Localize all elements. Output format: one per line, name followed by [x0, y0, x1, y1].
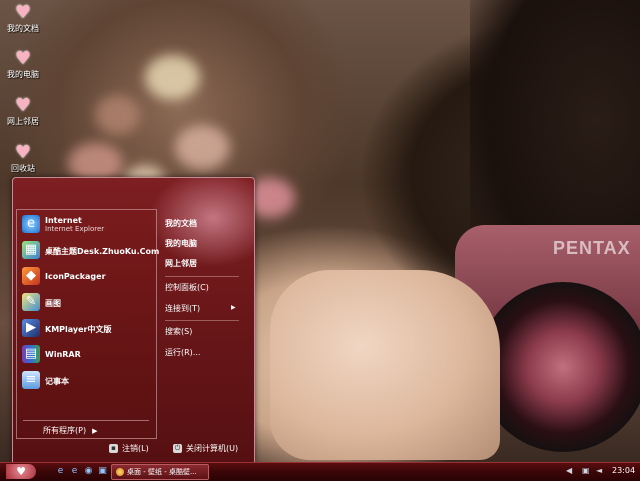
shutdown-label: 关闭计算机(U) — [186, 444, 239, 453]
all-programs-button[interactable]: 所有程序(P) ▶ — [43, 425, 97, 436]
program-label: 记事本 — [45, 377, 69, 386]
theme-icon: ▦ — [22, 241, 40, 259]
show-desktop-icon[interactable]: ▣ — [97, 466, 108, 477]
desktop-icon-label: 回收站 — [11, 164, 35, 173]
program-label: 画图 — [45, 299, 61, 308]
lock-icon: ▪ — [109, 444, 118, 453]
ie-quicklaunch-icon[interactable]: e — [55, 466, 66, 477]
logoff-button[interactable]: ▪ 注销(L) — [109, 443, 149, 454]
heart-icon: ♥ — [16, 465, 26, 478]
heart-icon: ♥ — [14, 142, 32, 163]
start-button[interactable]: ♥ — [6, 464, 36, 479]
desktop-icon-label: 网上邻居 — [7, 117, 39, 126]
menu-item-search[interactable]: 搜索(S) — [165, 326, 192, 337]
ie-icon: e — [22, 215, 40, 233]
browser-icon — [116, 468, 124, 476]
iconpackager-icon: ◆ — [22, 267, 40, 285]
start-menu: e Internet Internet Explorer ▦ 桌酷主题Desk.… — [12, 177, 255, 463]
taskbar-window-button[interactable]: 桌面 - 壁纸 - 桌酷壁... — [111, 464, 209, 480]
menu-item-connect-to[interactable]: 连接到(T) — [165, 303, 200, 314]
desktop-icon-label: 我的文档 — [7, 24, 39, 33]
shutdown-button[interactable]: ⏻ 关闭计算机(U) — [173, 443, 238, 454]
divider — [165, 276, 239, 277]
media-quicklaunch-icon[interactable]: ◉ — [83, 466, 94, 477]
taskbar-window-label: 桌面 - 壁纸 - 桌酷壁... — [127, 468, 197, 476]
paint-icon: ✎ — [22, 293, 40, 311]
winrar-icon: ▤ — [22, 345, 40, 363]
all-programs-label: 所有程序(P) — [43, 426, 87, 435]
notepad-icon: ≡ — [22, 371, 40, 389]
heart-icon: ♥ — [14, 2, 32, 23]
program-zhuoku-theme[interactable]: ▦ 桌酷主题Desk.ZhuoKu.Com — [19, 239, 159, 263]
menu-item-my-documents[interactable]: 我的文档 — [165, 218, 197, 229]
taskbar: ♥ e e ◉ ▣ 桌面 - 壁纸 - 桌酷壁... ◀ ▣ ◄ 23:04 — [0, 462, 640, 481]
menu-item-my-computer[interactable]: 我的电脑 — [165, 238, 197, 249]
program-kmplayer[interactable]: ▶ KMPlayer中文版 — [19, 317, 153, 341]
pinned-program-name: Internet — [45, 216, 82, 225]
divider — [165, 320, 239, 321]
kmplayer-icon: ▶ — [22, 319, 40, 337]
clock[interactable]: 23:04 — [612, 466, 635, 475]
desktop-icon-network[interactable]: ♥ 网上邻居 — [4, 96, 42, 127]
network-icon[interactable]: ▣ — [582, 466, 590, 475]
camera-brand-text: PENTAX — [553, 238, 631, 258]
program-label: IconPackager — [45, 272, 106, 281]
power-icon: ⏻ — [173, 444, 182, 453]
program-winrar[interactable]: ▤ WinRAR — [19, 343, 153, 367]
menu-item-network[interactable]: 网上邻居 — [165, 258, 197, 269]
desktop-icon-recycle-bin[interactable]: ♥ 回收站 — [4, 143, 42, 174]
arrow-right-icon: ▶ — [92, 427, 98, 435]
program-iconpackager[interactable]: ◆ IconPackager — [19, 265, 153, 289]
hand-shape — [270, 270, 500, 460]
divider — [23, 420, 149, 421]
program-notepad[interactable]: ≡ 记事本 — [19, 369, 153, 393]
arrow-right-icon: ▶ — [231, 304, 236, 311]
system-tray: ◀ ▣ ◄ 23:04 — [560, 463, 640, 480]
tray-expand-icon[interactable]: ◀ — [566, 466, 572, 475]
camera-lens — [478, 282, 640, 452]
program-label: WinRAR — [45, 350, 81, 359]
menu-item-run[interactable]: 运行(R)... — [165, 347, 200, 358]
desktop-icon-my-computer[interactable]: ♥ 我的电脑 — [4, 49, 42, 80]
bokeh-light — [175, 125, 230, 170]
desktop-icon-my-documents[interactable]: ♥ 我的文档 — [4, 3, 42, 34]
desktop-icon-label: 我的电脑 — [7, 70, 39, 79]
volume-icon[interactable]: ◄ — [596, 466, 602, 475]
pinned-program-subtitle: Internet Explorer — [45, 225, 105, 233]
program-label: KMPlayer中文版 — [45, 325, 112, 334]
start-menu-programs-pane: e Internet Internet Explorer ▦ 桌酷主题Desk.… — [16, 209, 159, 439]
start-menu-places-pane: 我的文档 我的电脑 网上邻居 控制面板(C) 连接到(T) ▶ 搜索(S) 运行… — [165, 209, 251, 437]
heart-icon: ♥ — [14, 48, 32, 69]
start-menu-footer: ▪ 注销(L) ⏻ 关闭计算机(U) — [13, 437, 254, 461]
heart-icon: ♥ — [14, 95, 32, 116]
logoff-label: 注销(L) — [122, 444, 149, 453]
pinned-internet-explorer[interactable]: e Internet Internet Explorer — [19, 213, 153, 237]
bokeh-light — [145, 55, 200, 100]
program-label: 桌酷主题Desk.ZhuoKu.Com — [45, 247, 160, 256]
bokeh-light — [95, 95, 140, 135]
menu-item-control-panel[interactable]: 控制面板(C) — [165, 282, 209, 293]
program-paint[interactable]: ✎ 画图 — [19, 291, 153, 315]
ie-quicklaunch-icon[interactable]: e — [69, 466, 80, 477]
